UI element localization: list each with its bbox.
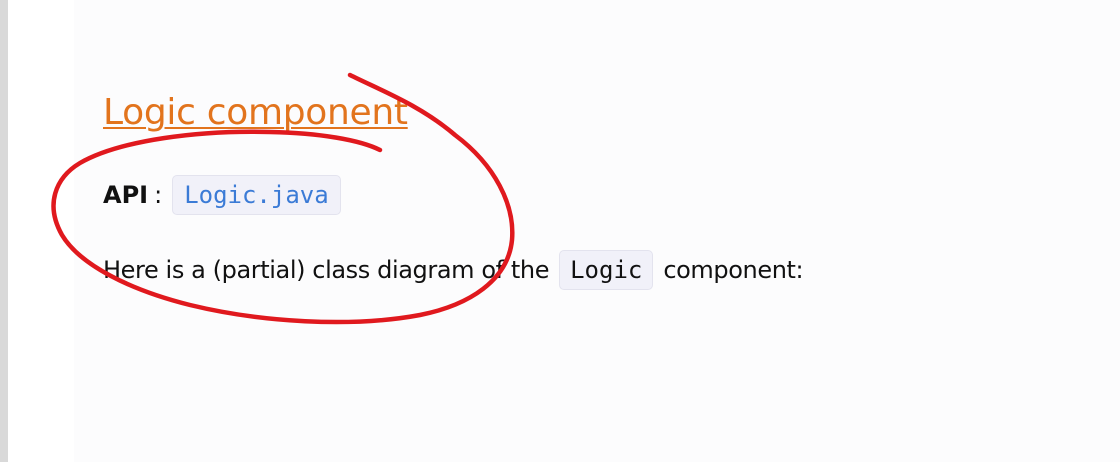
description-text-after: component: (663, 256, 804, 284)
api-line: API : Logic.java (103, 174, 341, 216)
api-label: API (103, 181, 149, 209)
description-paragraph: Here is a (partial) class diagram of the… (103, 249, 804, 291)
inline-code-logic: Logic (559, 250, 654, 290)
left-border-bar (0, 0, 8, 462)
document-content-area (74, 0, 1120, 462)
heading-anchor-link[interactable]: Logic component (103, 92, 408, 133)
api-file-link[interactable]: Logic.java (172, 175, 341, 215)
section-heading: Logic component (103, 88, 408, 138)
api-separator: : (154, 181, 163, 209)
description-text-before: Here is a (partial) class diagram of the (103, 256, 550, 284)
page: Logic component API : Logic.java Here is… (0, 0, 1120, 462)
